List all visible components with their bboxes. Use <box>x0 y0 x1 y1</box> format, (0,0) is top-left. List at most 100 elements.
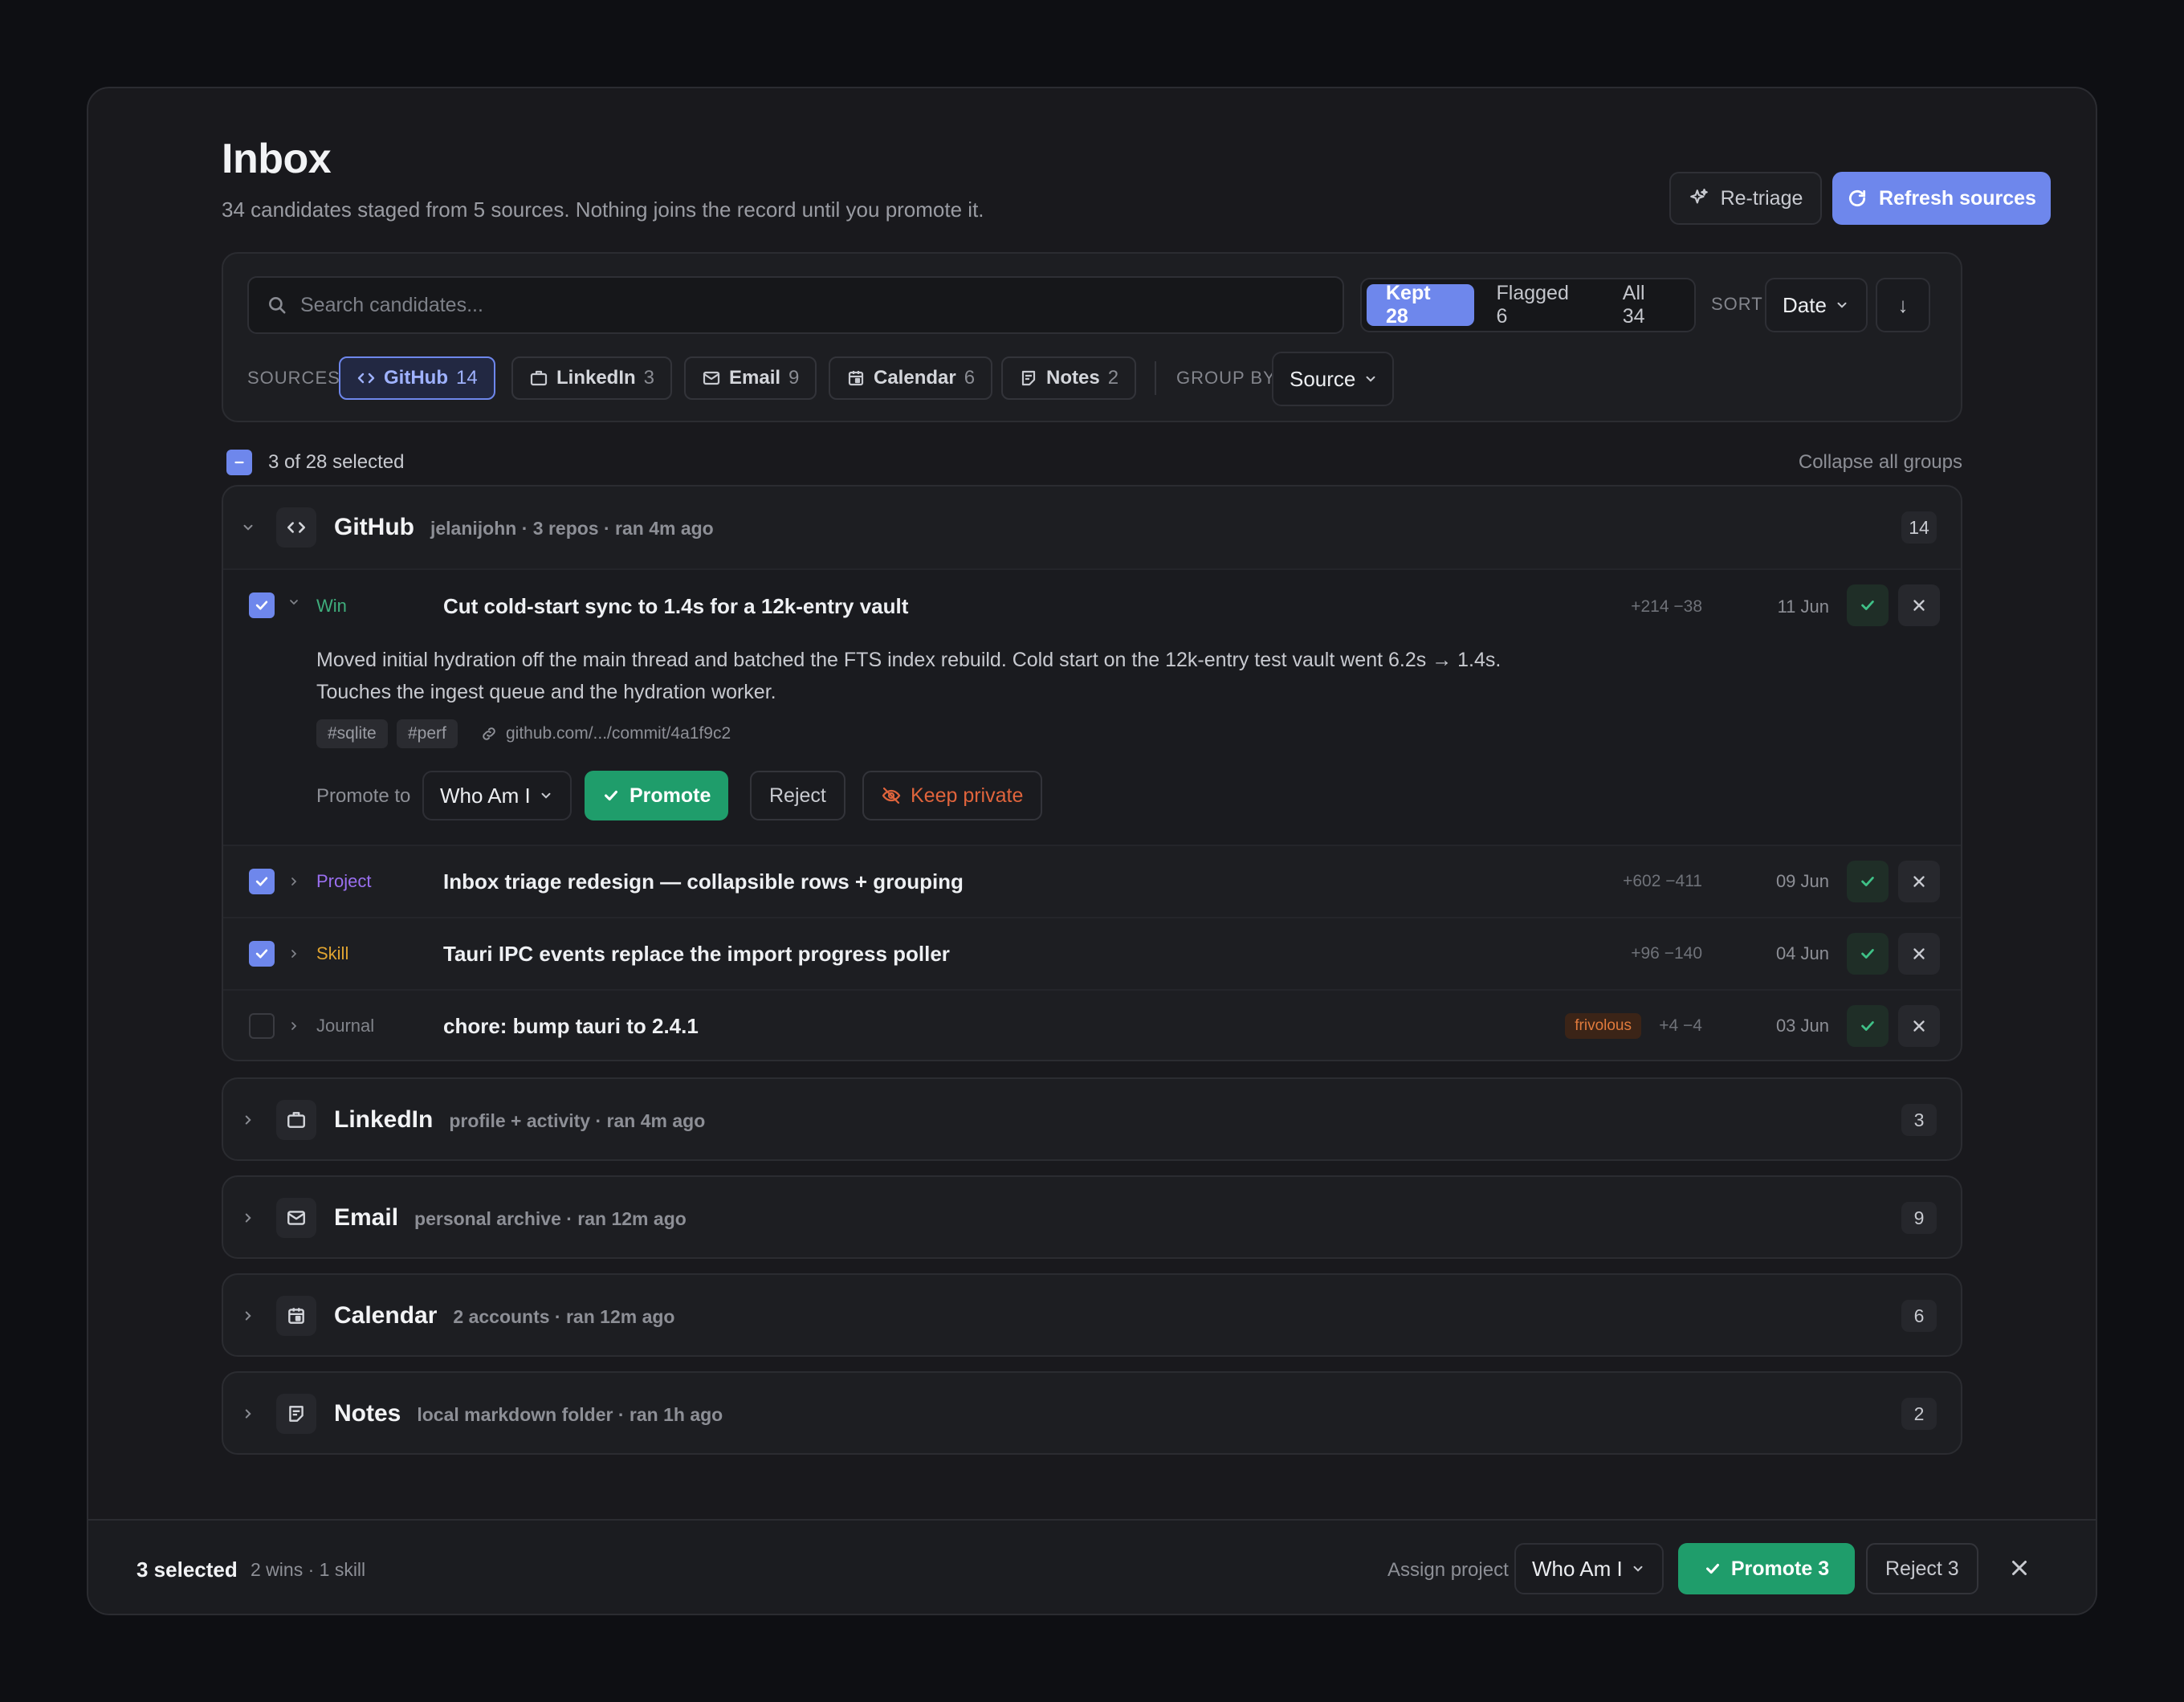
assign-project-label: Assign project <box>1387 1559 1509 1581</box>
notes-icon <box>1019 368 1038 388</box>
category-label: Project <box>316 871 372 891</box>
source-chip-count: 3 <box>643 367 655 389</box>
bulk-reject-button[interactable]: Reject 3 <box>1866 1543 1978 1594</box>
candidate-title[interactable]: chore: bump tauri to 2.4.1 <box>443 1014 699 1039</box>
chevron-down-icon <box>539 788 553 803</box>
group-email[interactable]: Email personal archive · ran 12m ago 9 <box>222 1175 1962 1259</box>
group-by-dropdown[interactable]: Source <box>1272 352 1394 406</box>
sparkles-icon <box>1689 188 1709 209</box>
sort-dropdown[interactable]: Date <box>1765 278 1868 332</box>
bulk-promote-button[interactable]: Promote 3 <box>1678 1543 1855 1594</box>
group-header[interactable]: Calendar 2 accounts · ran 12m ago 6 <box>223 1275 1961 1355</box>
candidate-row[interactable]: Journal chore: bump tauri to 2.4.1 frivo… <box>223 989 1961 1060</box>
source-chip-github[interactable]: GitHub 14 <box>339 356 495 400</box>
source-chip-count: 9 <box>788 367 800 389</box>
group-header[interactable]: Email personal archive · ran 12m ago 9 <box>223 1177 1961 1257</box>
chevron-down-icon[interactable] <box>241 520 255 535</box>
chevron-down-icon <box>1363 372 1378 386</box>
chevron-right-icon[interactable] <box>241 1407 255 1421</box>
segment-kept[interactable]: Kept 28 <box>1367 282 1474 328</box>
group-name: GitHub jelanijohn · 3 repos · ran 4m ago <box>334 514 714 540</box>
chevron-right-icon[interactable] <box>241 1309 255 1323</box>
check-icon <box>1859 945 1876 963</box>
candidate-date: 11 Jun <box>1777 597 1829 617</box>
group-by-value: Source <box>1290 366 1356 391</box>
chevron-down-icon[interactable] <box>287 596 300 609</box>
select-all-checkbox[interactable] <box>226 450 252 475</box>
row-checkbox[interactable] <box>249 941 275 967</box>
row-checkbox[interactable] <box>249 1013 275 1039</box>
link-icon <box>480 725 498 743</box>
refresh-sources-button[interactable]: Refresh sources <box>1832 172 2051 225</box>
category-label: Skill <box>316 943 349 963</box>
segment-flagged[interactable]: Flagged 6 <box>1477 282 1600 328</box>
dismiss-button[interactable] <box>1898 584 1940 626</box>
commit-link[interactable]: github.com/.../commit/4a1f9c2 <box>480 724 731 743</box>
bulk-reject-label: Reject 3 <box>1885 1557 1959 1580</box>
dismiss-button[interactable] <box>1898 933 1940 975</box>
assign-project-dropdown[interactable]: Who Am I <box>1514 1543 1664 1594</box>
dismiss-button[interactable] <box>1898 861 1940 902</box>
arrow-down-icon: ↓ <box>1897 292 1909 317</box>
segment-all[interactable]: All 34 <box>1603 282 1689 328</box>
group-name: LinkedIn profile + activity · ran 4m ago <box>334 1106 706 1133</box>
approve-button[interactable] <box>1847 1005 1889 1047</box>
group-notes[interactable]: Notes local markdown folder · ran 1h ago … <box>222 1371 1962 1455</box>
row-checkbox[interactable] <box>249 869 275 894</box>
group-linkedin[interactable]: LinkedIn profile + activity · ran 4m ago … <box>222 1077 1962 1161</box>
row-checkbox[interactable] <box>249 592 275 618</box>
chevron-down-icon <box>1631 1562 1645 1576</box>
promote-label: Promote <box>630 784 711 807</box>
approve-button[interactable] <box>1847 861 1889 902</box>
candidate-row[interactable]: Project Inbox triage redesign — collapsi… <box>223 845 1961 917</box>
dismiss-button[interactable] <box>1898 1005 1940 1047</box>
collapse-all-link[interactable]: Collapse all groups <box>1799 451 1962 474</box>
source-chip-calendar[interactable]: Calendar 6 <box>829 356 993 400</box>
sort-direction-button[interactable]: ↓ <box>1876 278 1930 332</box>
candidate-date: 04 Jun <box>1775 943 1829 963</box>
candidate-title[interactable]: Cut cold-start sync to 1.4s for a 12k-en… <box>443 594 908 619</box>
chevron-right-icon[interactable] <box>241 1113 255 1127</box>
close-icon <box>2007 1556 2031 1580</box>
candidate-row[interactable]: Skill Tauri IPC events replace the impor… <box>223 917 1961 989</box>
chevron-right-icon[interactable] <box>287 1020 300 1032</box>
group-header[interactable]: LinkedIn profile + activity · ran 4m ago … <box>223 1079 1961 1159</box>
search-input[interactable] <box>300 293 1264 317</box>
candidate-title[interactable]: Inbox triage redesign — collapsible rows… <box>443 869 964 894</box>
group-header[interactable]: GitHub jelanijohn · 3 repos · ran 4m ago … <box>223 487 1961 568</box>
sources-label: SOURCES <box>247 368 340 388</box>
filter-panel: Kept 28 Flagged 6 All 34 SORT Date ↓ SOU… <box>222 252 1962 422</box>
chevron-right-icon[interactable] <box>287 947 300 960</box>
tag[interactable]: #perf <box>397 719 458 748</box>
close-icon <box>1910 597 1928 614</box>
source-chip-name: Notes <box>1046 367 1100 389</box>
source-chip-linkedin[interactable]: LinkedIn 3 <box>511 356 673 400</box>
search-box[interactable] <box>247 276 1344 334</box>
source-chip-email[interactable]: Email 9 <box>684 356 817 400</box>
category-label: Win <box>316 596 347 616</box>
keep-private-button[interactable]: Keep private <box>862 771 1043 820</box>
approve-button[interactable] <box>1847 933 1889 975</box>
selected-count: 3 selected <box>136 1557 238 1582</box>
close-selection-button[interactable] <box>2007 1556 2031 1580</box>
tag[interactable]: #sqlite <box>316 719 388 748</box>
approve-button[interactable] <box>1847 584 1889 626</box>
mail-icon <box>276 1198 316 1238</box>
reject-button[interactable]: Reject <box>750 771 845 820</box>
group-name: Email personal archive · ran 12m ago <box>334 1204 687 1231</box>
group-calendar[interactable]: Calendar 2 accounts · ran 12m ago 6 <box>222 1273 1962 1357</box>
diff-stat: +96 −140 <box>1631 944 1702 963</box>
group-header[interactable]: Notes local markdown folder · ran 1h ago … <box>223 1373 1961 1453</box>
calendar-icon <box>846 368 866 388</box>
promote-button[interactable]: Promote <box>585 771 729 820</box>
source-chip-count: 6 <box>964 367 976 389</box>
inbox-window: Inbox 34 candidates staged from 5 source… <box>87 87 2097 1615</box>
candidate-title[interactable]: Tauri IPC events replace the import prog… <box>443 942 950 967</box>
promote-to-value: Who Am I <box>440 783 531 808</box>
chevron-right-icon[interactable] <box>287 875 300 888</box>
chevron-right-icon[interactable] <box>241 1211 255 1225</box>
promote-to-dropdown[interactable]: Who Am I <box>422 771 572 820</box>
source-chip-notes[interactable]: Notes 2 <box>1001 356 1137 400</box>
retriage-button[interactable]: Re-triage <box>1669 172 1822 225</box>
group-count: 9 <box>1901 1202 1937 1234</box>
